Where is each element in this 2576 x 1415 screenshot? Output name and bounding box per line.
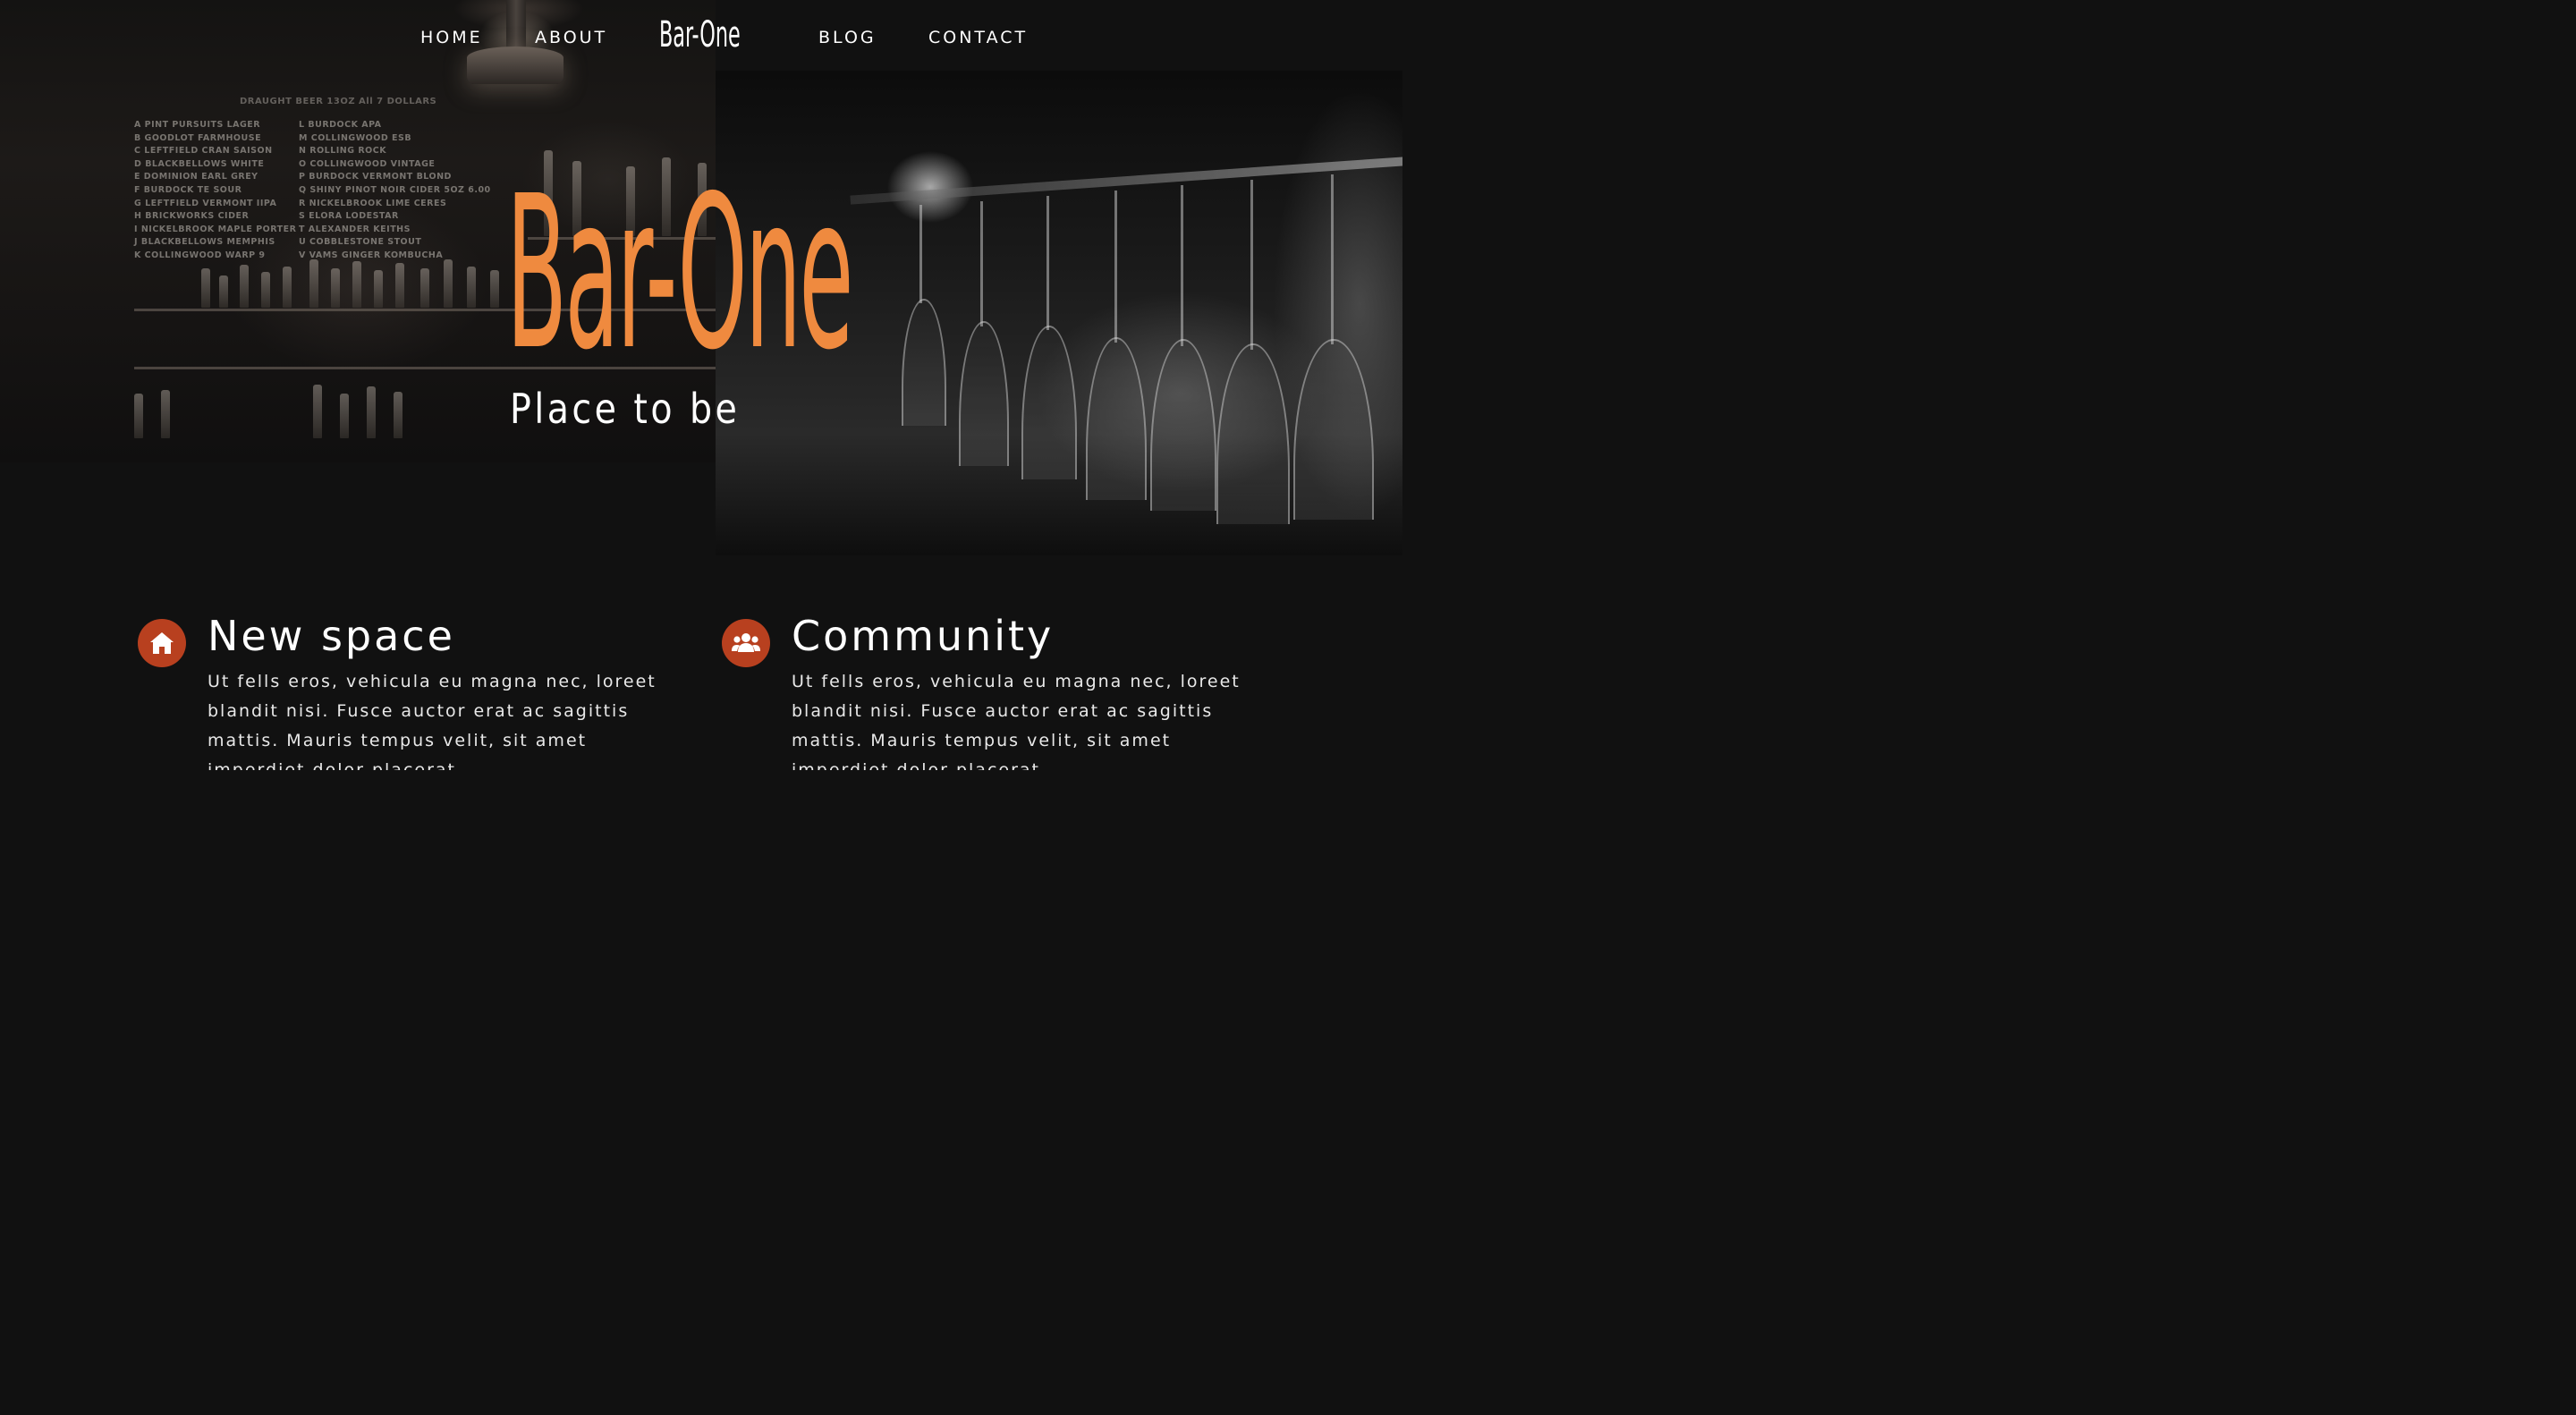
board-line: G LEFTFIELD VERMONT IIPA: [134, 198, 277, 208]
glass-stem: [1181, 185, 1183, 346]
bottle: [352, 261, 361, 308]
hero-title: Bar-One: [506, 150, 853, 396]
bottle: [331, 268, 340, 308]
bottle: [374, 270, 383, 308]
board-line: M COLLINGWOOD ESB: [299, 132, 412, 143]
wine-glass: [1021, 326, 1077, 479]
main-nav: HOME ABOUT Bar-One BLOG CONTACT: [0, 0, 1402, 79]
wine-glass: [1086, 337, 1147, 500]
board-line: T ALEXANDER KEITHS: [299, 224, 411, 234]
feature-text: Ut fells eros, vehicula eu magna nec, lo…: [792, 672, 1241, 770]
board-line: V VAMS GINGER KOMBUCHA: [299, 250, 444, 260]
board-line: E DOMINION EARL GREY: [134, 172, 258, 182]
wine-glass: [1293, 339, 1374, 520]
hero-subtitle: Place to be: [510, 385, 741, 433]
board-line: I NICKELBROOK MAPLE PORTER: [134, 224, 297, 234]
bottle: [161, 390, 170, 438]
wine-glass: [902, 299, 946, 426]
board-line: K COLLINGWOOD WARP 9: [134, 250, 266, 260]
bottle: [367, 386, 376, 438]
bottle: [340, 394, 349, 438]
bottle: [490, 270, 499, 308]
wine-glass: [1216, 343, 1290, 524]
nav-home-link[interactable]: HOME: [420, 28, 483, 47]
bottle: [283, 267, 292, 308]
bottle: [261, 272, 270, 308]
users-icon: [732, 633, 760, 652]
bottle: [134, 394, 143, 438]
feature-icon-badge: [722, 619, 770, 667]
wine-glass: [959, 321, 1009, 466]
board-line: B GOODLOT FARMHOUSE: [134, 132, 262, 143]
board-line: A PINT PURSUITS LAGER: [134, 120, 261, 130]
board-line: H BRICKWORKS CIDER: [134, 211, 250, 222]
nav-blog-link[interactable]: BLOG: [818, 28, 877, 47]
page: DRAUGHT BEER 13OZ All 7 DOLLARS A PINT P…: [0, 0, 1402, 770]
board-line: U COBBLESTONE STOUT: [299, 237, 422, 248]
feature-title: New space: [208, 612, 455, 660]
glass-stem: [1331, 174, 1334, 344]
feature-icon-badge: [138, 619, 186, 667]
nav-logo[interactable]: Bar-One: [659, 14, 741, 55]
bottle: [313, 385, 322, 438]
board-heading: DRAUGHT BEER 13OZ All 7 DOLLARS: [240, 97, 437, 106]
board-line: N ROLLING ROCK: [299, 146, 387, 157]
bottle: [201, 268, 210, 308]
feature-title: Community: [792, 612, 1055, 660]
nav-contact-link[interactable]: CONTACT: [928, 28, 1028, 47]
bottle: [394, 392, 402, 438]
wine-glass: [1150, 339, 1216, 511]
board-line: Q SHINY PINOT NOIR CIDER 5OZ 6.00: [299, 184, 491, 195]
bottle: [444, 259, 453, 308]
bottle: [219, 275, 228, 308]
board-line: S ELORA LODESTAR: [299, 211, 399, 222]
glass-stem: [919, 205, 922, 303]
feature-text: Ut fells eros, vehicula eu magna nec, lo…: [208, 672, 657, 770]
bottle: [395, 263, 404, 308]
nav-about-link[interactable]: ABOUT: [535, 28, 607, 47]
board-line: P BURDOCK VERMONT BLOND: [299, 172, 452, 182]
board-column-left: A PINT PURSUITS LAGER B GOODLOT FARMHOUS…: [134, 119, 296, 263]
glass-stem: [980, 201, 983, 326]
bottle: [420, 268, 429, 308]
bottle: [467, 267, 476, 308]
glass-stem: [1250, 180, 1253, 350]
draught-beer-board: DRAUGHT BEER 13OZ All 7 DOLLARS A PINT P…: [132, 94, 490, 264]
bottle: [240, 265, 249, 308]
board-line: R NICKELBROOK LIME CERES: [299, 198, 447, 208]
board-line: J BLACKBELLOWS MEMPHIS: [134, 237, 275, 248]
glass-stem: [1114, 191, 1117, 343]
home-icon: [150, 632, 174, 654]
bottle: [309, 259, 318, 308]
glass-rack: [850, 157, 1402, 205]
board-line: F BURDOCK TE SOUR: [134, 184, 242, 195]
board-line: L BURDOCK APA: [299, 120, 382, 130]
glass-stem: [1046, 196, 1049, 330]
board-line: C LEFTFIELD CRAN SAISON: [134, 146, 273, 157]
board-line: O COLLINGWOOD VINTAGE: [299, 158, 436, 169]
board-line: D BLACKBELLOWS WHITE: [134, 158, 265, 169]
board-column-right: L BURDOCK APA M COLLINGWOOD ESB N ROLLIN…: [299, 119, 491, 263]
